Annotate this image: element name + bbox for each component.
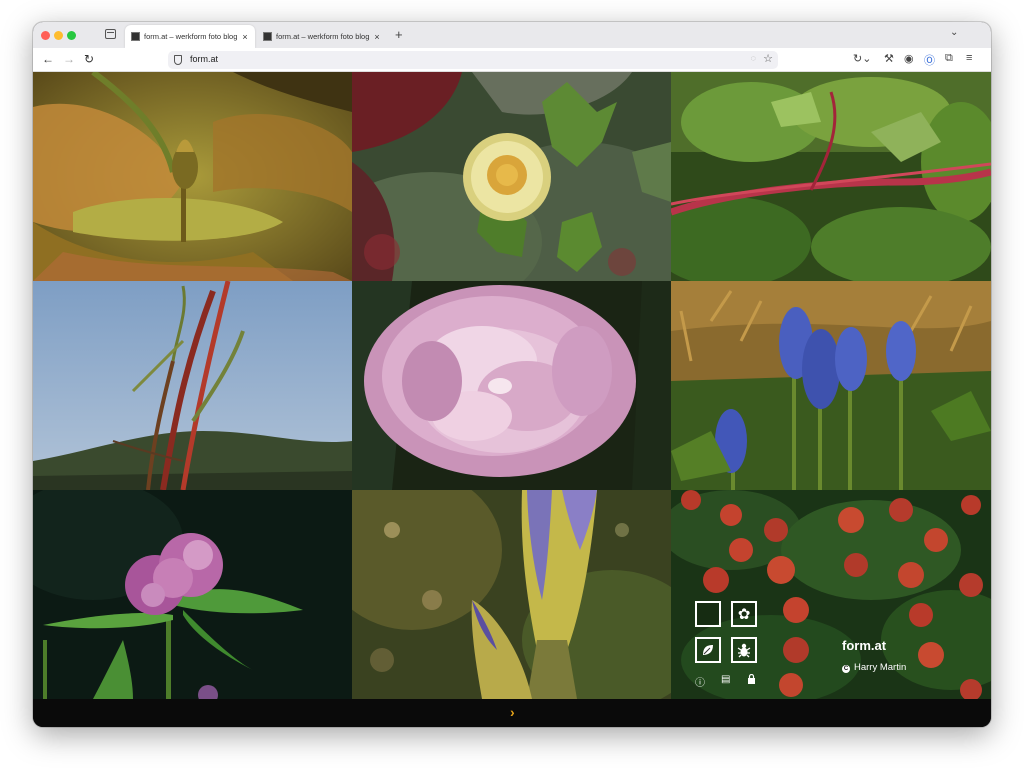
tab-bar: form.at – werkform foto blog × form.at –… — [33, 22, 991, 48]
url-text[interactable]: form.at — [190, 54, 218, 64]
tab-inactive[interactable]: form.at – werkform foto blog × — [257, 25, 387, 48]
reload-icon[interactable]: ↻ — [84, 53, 94, 66]
navigation-toolbar: ← → ↻ form.at ◌ ☆ ↻⌄ ⚒ ◉ Ⓞ ⧉ ≡ — [33, 48, 991, 72]
page-footer: › — [33, 699, 991, 727]
photo-grid: ✿ form.at C Harry Martin ⓘ ▤ — [33, 72, 991, 699]
credit-name: Harry Martin — [854, 662, 907, 673]
photo-water-lily-bud — [33, 72, 352, 281]
extensions-puzzle-icon[interactable]: ⧉ — [945, 52, 953, 65]
forward-arrow-icon[interactable]: → — [63, 53, 75, 66]
new-tab-button[interactable]: + — [395, 27, 403, 42]
site-branding-overlay: ✿ form.at C Harry Martin ⓘ ▤ — [671, 490, 991, 699]
site-brand-name[interactable]: form.at — [842, 638, 886, 653]
bookmark-star-icon[interactable]: ☆ — [763, 52, 773, 65]
next-page-chevron-icon[interactable]: › — [510, 704, 515, 720]
reader-view-icon[interactable]: ◌ — [751, 53, 756, 63]
minimize-window-button[interactable] — [54, 31, 63, 40]
photo-tile[interactable] — [352, 490, 671, 699]
photo-tile[interactable] — [33, 281, 352, 490]
extension-badge-icon[interactable]: Ⓞ — [924, 52, 935, 68]
leaf-icon[interactable] — [695, 637, 721, 663]
tab-active[interactable]: form.at – werkform foto blog × — [125, 25, 255, 48]
close-window-button[interactable] — [41, 31, 50, 40]
photo-tile[interactable]: ✿ form.at C Harry Martin ⓘ ▤ — [671, 490, 991, 699]
address-bar[interactable]: form.at ◌ ☆ — [168, 51, 778, 69]
flower-icon[interactable]: ✿ — [731, 601, 757, 627]
photo-red-clover — [33, 490, 352, 699]
menu-icon[interactable]: ≡ — [966, 52, 972, 64]
browser-window: form.at – werkform foto blog × form.at –… — [33, 22, 991, 727]
shield-icon[interactable] — [174, 55, 182, 65]
lock-icon[interactable] — [747, 673, 756, 687]
photo-yellow-water-lily — [352, 72, 671, 281]
back-arrow-icon[interactable]: ← — [42, 53, 54, 66]
site-favicon-icon — [131, 32, 140, 41]
wrench-icon[interactable]: ⚒ — [884, 52, 894, 65]
info-icon[interactable]: ⓘ — [695, 674, 705, 689]
contact-card-icon[interactable]: ▤ — [721, 674, 730, 685]
account-icon[interactable]: ◉ — [904, 52, 914, 65]
photo-tile[interactable] — [33, 72, 352, 281]
photo-grape-hyacinth — [671, 281, 991, 490]
copyright-icon: C — [842, 665, 850, 673]
tab-title: form.at – werkform foto blog — [276, 32, 370, 41]
photo-tile[interactable] — [33, 490, 352, 699]
photo-tile[interactable] — [671, 281, 991, 490]
zoom-window-button[interactable] — [67, 31, 76, 40]
tab-overview-icon[interactable] — [105, 29, 116, 39]
empty-square-icon[interactable] — [695, 601, 721, 627]
photo-reed-stems — [33, 281, 352, 490]
tab-close-icon[interactable]: × — [371, 32, 383, 42]
tab-list-dropdown-icon[interactable]: ⌄ — [950, 27, 958, 38]
photo-tile[interactable] — [352, 281, 671, 490]
tab-close-icon[interactable]: × — [239, 32, 251, 42]
copyright-credit: C Harry Martin — [842, 662, 906, 673]
bug-icon[interactable] — [731, 637, 757, 663]
site-favicon-icon — [263, 32, 272, 41]
photo-tile[interactable] — [671, 72, 991, 281]
photo-iris-bud — [352, 490, 671, 699]
photo-pink-peony — [352, 281, 671, 490]
photo-red-vine — [671, 72, 991, 281]
photo-tile[interactable] — [352, 72, 671, 281]
sync-icon[interactable]: ↻⌄ — [853, 52, 871, 65]
tab-title: form.at – werkform foto blog — [144, 32, 238, 41]
